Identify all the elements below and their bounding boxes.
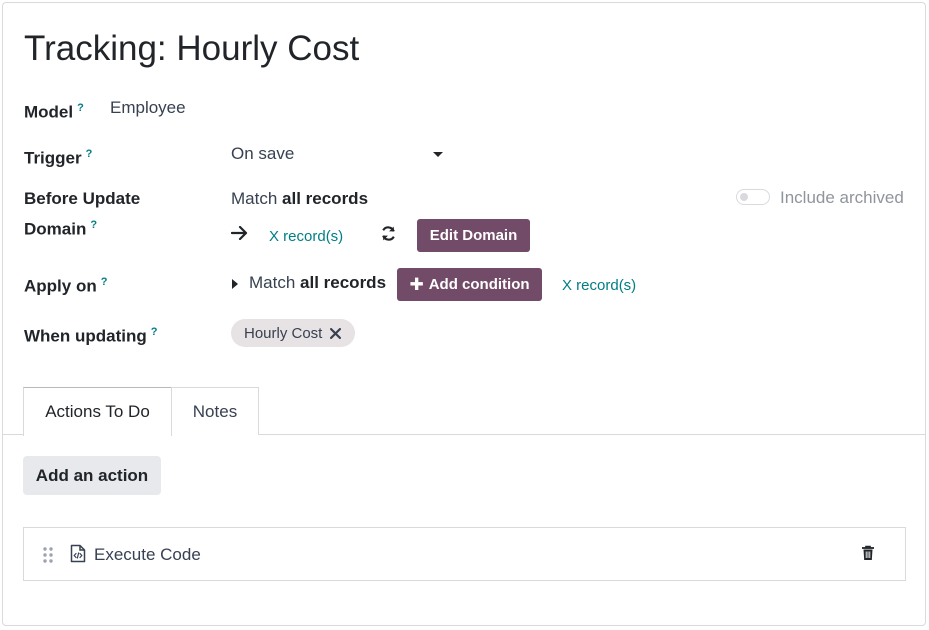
code-file-icon [70, 544, 86, 563]
trigger-select[interactable]: On save [231, 141, 447, 167]
tab-actions-to-do[interactable]: Actions To Do [23, 387, 172, 436]
apply-on-label-text: Apply on [24, 276, 97, 296]
page-title: Tracking: Hourly Cost [24, 29, 360, 68]
before-update-domain-label-line2: Domain [24, 219, 87, 239]
caret-right-icon[interactable] [231, 278, 239, 290]
edit-domain-button[interactable]: Edit Domain [417, 219, 530, 252]
action-row[interactable]: Execute Code [23, 527, 906, 581]
model-label-text: Model [24, 102, 74, 122]
apply-on-match-prefix: Match [249, 273, 301, 292]
field-tag-label: Hourly Cost [244, 324, 323, 342]
close-icon[interactable] [330, 327, 342, 339]
chevron-down-icon [433, 152, 443, 157]
form-sheet: Tracking: Hourly Cost Model? Employee Tr… [2, 2, 926, 626]
before-update-domain-match-bold: all records [282, 189, 369, 208]
trigger-help-icon[interactable]: ? [86, 148, 93, 160]
add-action-button[interactable]: Add an action [23, 456, 161, 495]
before-update-domain-match-text: Match all records [231, 189, 368, 209]
include-archived-label: Include archived [780, 188, 904, 207]
refresh-icon[interactable] [380, 225, 397, 242]
add-condition-button[interactable]: ✚ Add condition [397, 268, 542, 301]
add-condition-label: Add condition [428, 276, 530, 293]
when-updating-label-text: When updating [24, 326, 147, 346]
when-updating-label: When updating? [24, 319, 158, 350]
before-update-domain-label: Before Update Domain? [24, 186, 140, 243]
drag-handle-icon[interactable] [42, 546, 54, 564]
apply-on-records-link[interactable]: X record(s) [562, 277, 636, 294]
field-tag: Hourly Cost [231, 319, 356, 347]
tab-notes[interactable]: Notes [171, 387, 259, 435]
before-update-domain-match-prefix: Match [231, 189, 283, 208]
apply-on-label: Apply on? [24, 269, 107, 300]
include-archived-toggle[interactable] [736, 189, 770, 205]
when-updating-help-icon[interactable]: ? [151, 326, 158, 338]
apply-on-help-icon[interactable]: ? [101, 276, 108, 288]
model-value: Employee [110, 98, 186, 117]
before-update-domain-help-icon[interactable]: ? [90, 219, 97, 231]
arrow-right-icon [231, 226, 248, 240]
action-label: Execute Code [94, 545, 201, 564]
plus-icon: ✚ [409, 274, 424, 294]
apply-on-match-bold: all records [300, 273, 387, 292]
trigger-select-value: On save [231, 144, 295, 163]
before-update-records-link[interactable]: X record(s) [269, 228, 343, 245]
apply-on-match-text: Match all records [249, 273, 386, 293]
model-label: Model? [24, 95, 84, 126]
trash-icon[interactable] [861, 545, 875, 561]
trigger-label-text: Trigger [24, 148, 82, 168]
before-update-domain-label-line1: Before Update [24, 189, 141, 208]
trigger-label: Trigger? [24, 141, 92, 172]
model-help-icon[interactable]: ? [77, 102, 84, 114]
